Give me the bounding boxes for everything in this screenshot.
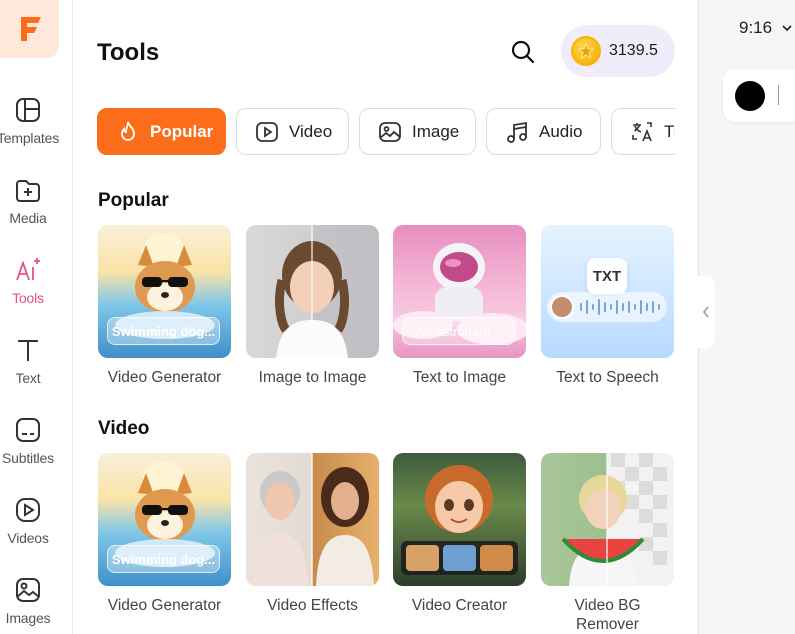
prompt-overlay: Swimming dog... (107, 317, 220, 345)
thumbnail-child-watermelon (541, 453, 674, 586)
text-icon (18, 340, 38, 361)
rail-item-label: Subtitles (2, 450, 54, 466)
tab-label: Popular (150, 121, 214, 141)
thumbnail-girl (246, 225, 379, 358)
tab-label: Audio (539, 121, 583, 141)
thumbnail-speech: TXT (541, 225, 674, 358)
tab-label: Image (412, 121, 460, 141)
tab-audio[interactable]: Audio (486, 108, 601, 155)
app-logo[interactable] (0, 0, 59, 58)
avatar (550, 295, 574, 319)
rail-item-media[interactable]: Media (0, 172, 56, 242)
subtitles-icon (16, 418, 40, 442)
media-icon (16, 180, 40, 202)
rail-item-label: Templates (0, 130, 60, 146)
card-label: Video BG Remover (541, 596, 674, 634)
tool-card-video-bg-remover[interactable]: Video BG Remover (541, 453, 674, 634)
record-button[interactable] (735, 81, 765, 111)
rail-item-tools[interactable]: Tools (0, 252, 56, 322)
section-title-popular: Popular (98, 190, 169, 211)
rail-item-label: Images (5, 610, 51, 626)
waveform-icon (580, 299, 660, 315)
girl-illustration (275, 225, 349, 358)
prompt-overlay: Swimming dog... (107, 545, 220, 573)
card-label: Text to Image (412, 369, 507, 386)
thumbnail-astronaut: An astronaut... (393, 225, 526, 358)
tool-card-video-generator[interactable]: Swimming dog... Video Generator (98, 225, 231, 387)
prompt-overlay: An astronaut... (402, 317, 515, 345)
category-tabs: Popular Video Image Audio Tr (97, 108, 675, 156)
card-label: Image to Image (258, 369, 367, 386)
tab-popular[interactable]: Popular (97, 108, 226, 155)
tab-image[interactable]: Image (359, 108, 476, 155)
credits-value: 3139.5 (609, 42, 658, 59)
card-label: Video Generator (107, 597, 222, 614)
tool-card-text-to-image[interactable]: An astronaut... Text to Image (393, 225, 526, 387)
tool-card-video-creator[interactable]: Video Creator (393, 453, 526, 615)
left-rail: Templates Media Tools Text Subtitles Vid… (0, 0, 73, 634)
fire-icon (121, 121, 135, 141)
card-label-text: Video BG Remover (574, 597, 641, 633)
tool-card-video-generator-2[interactable]: Swimming dog... Video Generator (98, 453, 231, 615)
collapse-panel-button[interactable] (697, 276, 715, 348)
logo-f-icon (20, 17, 41, 41)
image-icon (379, 121, 401, 142)
rail-item-label: Videos (7, 530, 49, 546)
aspect-ratio-value: 9:16 (739, 18, 773, 37)
tab-video[interactable]: Video (236, 108, 349, 155)
text-caret (778, 85, 779, 105)
waveform-bar (547, 292, 667, 322)
tab-label: Tr (664, 121, 675, 141)
card-label: Video Creator (411, 597, 508, 614)
prompt-input-box[interactable] (723, 69, 795, 122)
video-play-icon (256, 121, 278, 142)
thumbnail-women (246, 453, 379, 586)
rail-item-label: Tools (12, 290, 44, 306)
card-label: Video Effects (267, 597, 358, 614)
rail-item-label: Media (9, 210, 47, 226)
card-label: Text to Speech (556, 369, 659, 386)
translate-icon (632, 121, 652, 141)
aspect-ratio-dropdown[interactable]: 9:16 (739, 18, 793, 38)
credits-badge[interactable]: 3139.5 (561, 25, 675, 77)
tab-translate[interactable]: Tr (611, 108, 675, 155)
section-title-video: Video (98, 418, 150, 439)
chevron-left-icon (702, 306, 709, 318)
rail-item-label: Text (15, 370, 41, 386)
videos-icon (16, 498, 40, 522)
search-icon[interactable] (510, 39, 536, 65)
child-watermelon-illustration (561, 453, 667, 586)
cartoon-girl-illustration (401, 465, 518, 575)
thumbnail-dog: Swimming dog... (98, 225, 231, 358)
chevron-down-icon (782, 25, 792, 32)
music-note-icon (507, 121, 527, 143)
tab-label: Video (289, 121, 333, 141)
thumbnail-dog: Swimming dog... (98, 453, 231, 586)
txt-badge: TXT (587, 258, 627, 294)
tool-card-text-to-speech[interactable]: TXT Text to Speech (541, 225, 674, 387)
tools-panel: Tools 3139.5 Popular Video Image Audio T… (73, 0, 698, 634)
images-icon (16, 578, 40, 602)
rail-item-images[interactable]: Images (0, 572, 56, 634)
rail-item-text[interactable]: Text (0, 332, 56, 402)
rail-item-subtitles[interactable]: Subtitles (0, 412, 56, 482)
rail-item-videos[interactable]: Videos (0, 492, 56, 562)
ai-tools-icon (16, 258, 40, 281)
tool-card-image-to-image[interactable]: Image to Image (246, 225, 379, 387)
page-title: Tools (97, 39, 160, 66)
card-label: Video Generator (107, 369, 222, 386)
templates-icon (16, 98, 40, 122)
rail-item-templates[interactable]: Templates (0, 92, 60, 162)
coin-icon (571, 36, 601, 66)
thumbnail-cartoon-girl (393, 453, 526, 586)
women-illustration (252, 453, 374, 586)
tool-card-video-effects[interactable]: Video Effects (246, 453, 379, 615)
